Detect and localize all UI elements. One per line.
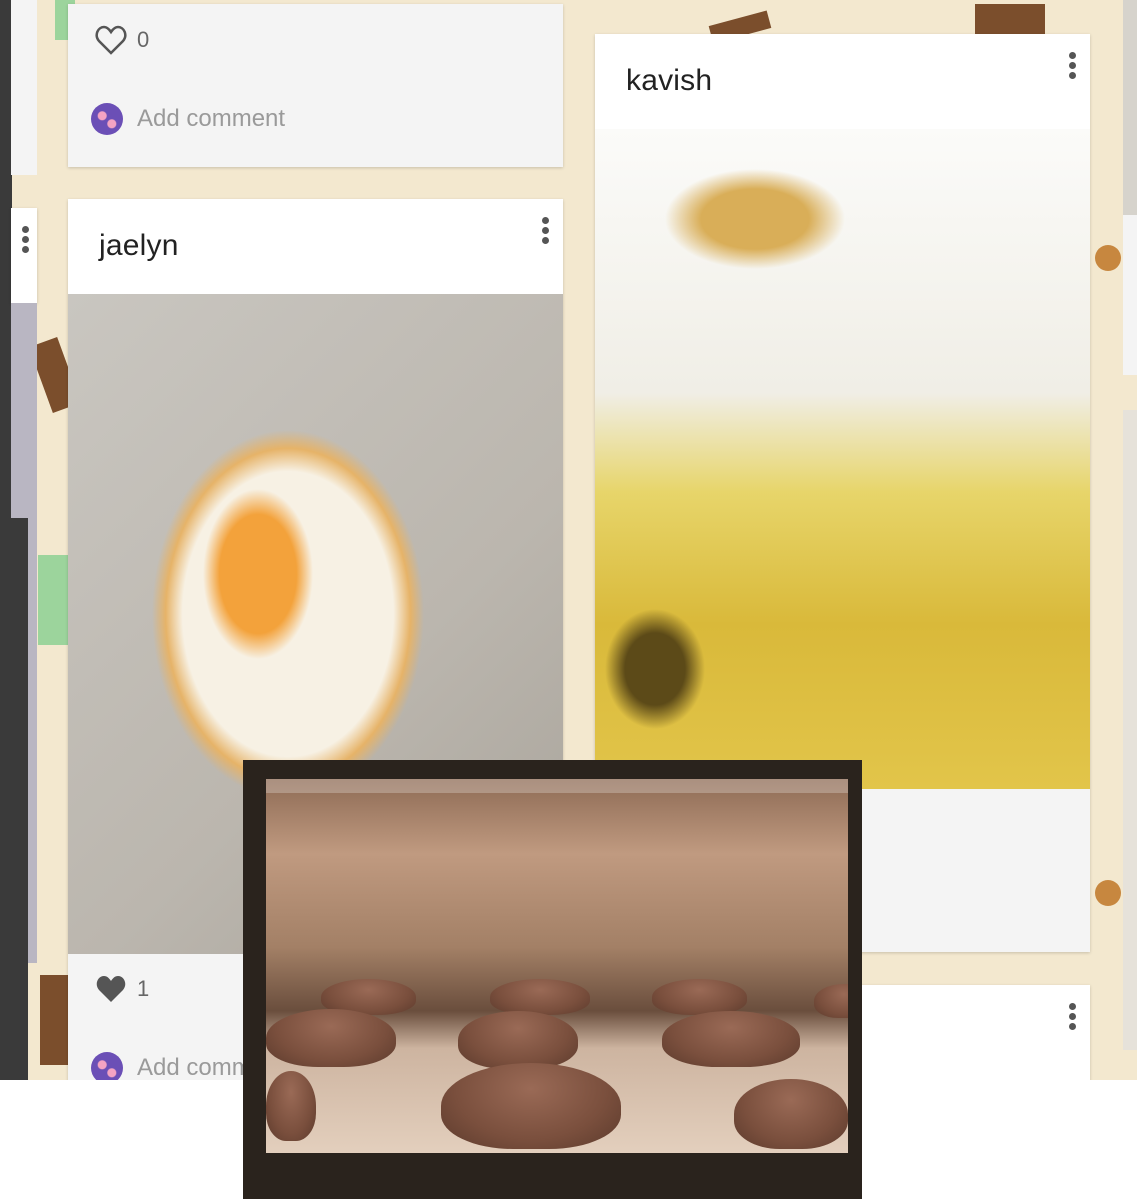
- kebab-menu-icon[interactable]: [1066, 50, 1078, 86]
- like-count: 1: [137, 976, 150, 1001]
- cookie: [662, 1011, 800, 1067]
- heart-filled-icon[interactable]: [95, 974, 127, 1004]
- oven-light: [266, 779, 848, 793]
- cookie: [458, 1011, 578, 1069]
- cookie: [734, 1079, 848, 1149]
- like-row: 0: [95, 22, 149, 58]
- cookie: [266, 1071, 316, 1141]
- post-author: kavish: [626, 64, 713, 97]
- add-comment-input[interactable]: Add comment: [137, 105, 285, 133]
- kebab-menu-icon[interactable]: [19, 224, 31, 260]
- card-header: kavish: [595, 34, 1090, 129]
- right-partial-post: [1123, 0, 1137, 215]
- cookie: [652, 979, 747, 1015]
- add-comment-row[interactable]: Add comment: [91, 103, 285, 135]
- user-avatar: [91, 1052, 123, 1080]
- cookie: [490, 979, 590, 1015]
- board-decoration: [40, 975, 68, 1065]
- post-image-egg-closeup[interactable]: [595, 129, 1090, 789]
- post-card: 0 Add comment: [68, 4, 563, 167]
- post-author: jaelyn: [99, 229, 179, 262]
- floating-image-oven-cookies[interactable]: [266, 779, 848, 1153]
- heart-outline-icon[interactable]: [95, 25, 127, 55]
- left-partial-card: [11, 0, 37, 175]
- add-comment-input[interactable]: Add comm: [137, 1054, 252, 1080]
- cookie: [266, 1009, 396, 1067]
- cookie: [441, 1063, 621, 1149]
- card-header: jaelyn: [68, 199, 563, 294]
- right-partial-post: [1123, 410, 1137, 1050]
- board-decoration: [1095, 245, 1121, 271]
- user-avatar: [91, 103, 123, 135]
- cookie: [814, 984, 848, 1018]
- kebab-menu-icon[interactable]: [1066, 1001, 1078, 1037]
- left-partial-card-header: [11, 208, 37, 303]
- kebab-menu-icon[interactable]: [539, 215, 551, 251]
- add-comment-row[interactable]: Add comm: [91, 1052, 252, 1080]
- like-count: 0: [137, 27, 150, 52]
- board-decoration: [38, 555, 68, 645]
- board-decoration: [1095, 880, 1121, 906]
- board-decoration: [975, 4, 1045, 34]
- right-partial-post: [1123, 215, 1137, 375]
- left-partial-image-dark: [0, 518, 28, 1080]
- like-row: 1: [95, 971, 149, 1007]
